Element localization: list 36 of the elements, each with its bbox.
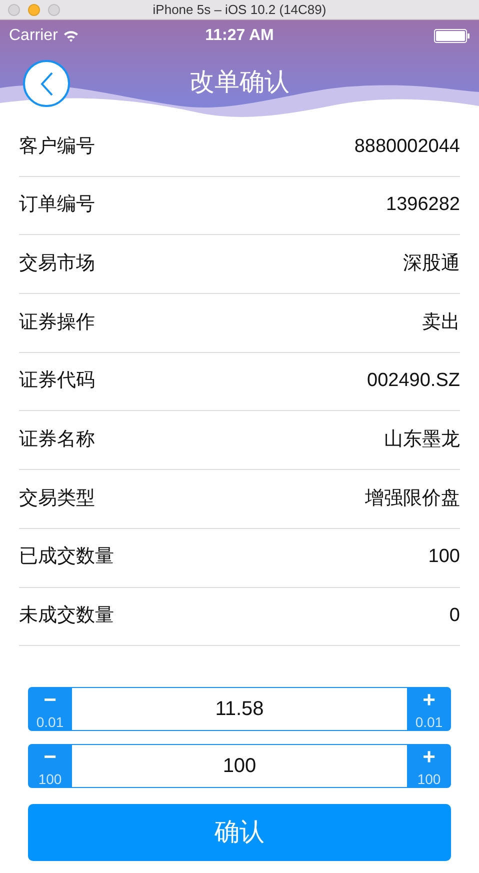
carrier-label: Carrier bbox=[9, 26, 58, 46]
field-value: 山东墨龙 bbox=[384, 428, 460, 452]
field-value: 002490.SZ bbox=[367, 369, 460, 394]
increment-button[interactable]: + 0.01 bbox=[407, 687, 451, 732]
status-time: 11:27 AM bbox=[205, 26, 274, 46]
field-label: 订单编号 bbox=[19, 193, 95, 218]
minimize-window-icon[interactable] bbox=[28, 4, 40, 16]
field-label: 证券操作 bbox=[19, 310, 95, 335]
window-title: iPhone 5s – iOS 10.2 (14C89) bbox=[152, 0, 326, 19]
field-label: 证券名称 bbox=[19, 428, 95, 452]
number-field[interactable]: 11.58 bbox=[72, 687, 407, 732]
back-chevron-icon bbox=[40, 70, 54, 96]
field-value: 增强限价盘 bbox=[365, 486, 460, 511]
decrement-button[interactable]: − 0.01 bbox=[28, 687, 72, 732]
field-value: 0 bbox=[449, 604, 460, 628]
close-window-icon[interactable] bbox=[8, 4, 20, 16]
field-value: 1396282 bbox=[386, 193, 460, 218]
field-value: 100 bbox=[428, 545, 460, 570]
back-button[interactable] bbox=[23, 60, 70, 107]
confirm-button[interactable]: 确认 bbox=[28, 804, 451, 862]
zoom-window-icon[interactable] bbox=[48, 4, 60, 16]
increment-button[interactable]: + 100 bbox=[407, 744, 451, 788]
page-title: 改单确认 bbox=[190, 67, 290, 98]
field-label: 证券代码 bbox=[19, 369, 95, 394]
decrement-button[interactable]: − 100 bbox=[28, 744, 72, 788]
battery-icon bbox=[434, 29, 470, 43]
field-label: 客户编号 bbox=[19, 134, 95, 159]
field-label: 已成交数量 bbox=[19, 545, 114, 570]
field-label: 交易类型 bbox=[19, 486, 95, 511]
number-field[interactable]: 100 bbox=[72, 744, 407, 788]
field-label: 交易市场 bbox=[19, 252, 95, 276]
field-value: 深股通 bbox=[403, 252, 460, 276]
field-label: 未成交数量 bbox=[19, 604, 114, 628]
field-value: 8880002044 bbox=[354, 134, 460, 159]
wifi-icon bbox=[62, 30, 79, 42]
field-value: 卖出 bbox=[422, 310, 460, 335]
